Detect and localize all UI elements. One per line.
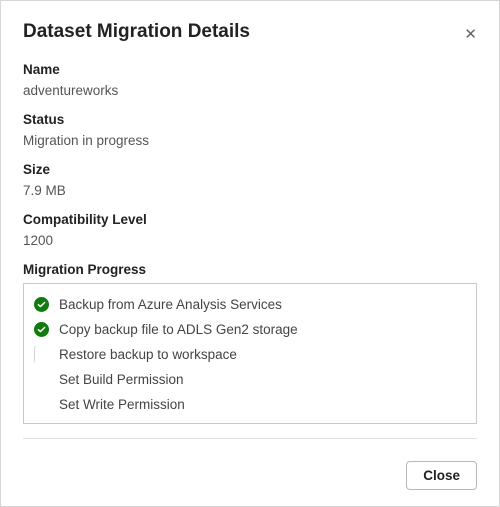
- progress-step: Copy backup file to ADLS Gen2 storage: [34, 317, 466, 342]
- field-compat-level: Compatibility Level 1200: [23, 212, 477, 248]
- progress-step: Set Build Permission: [34, 367, 466, 392]
- field-status: Status Migration in progress: [23, 112, 477, 148]
- check-circle-icon: [34, 297, 49, 312]
- check-circle-icon: [34, 322, 49, 337]
- size-value: 7.9 MB: [23, 183, 477, 198]
- progress-label: Migration Progress: [23, 262, 477, 277]
- progress-step-label: Set Write Permission: [59, 397, 185, 412]
- name-label: Name: [23, 62, 477, 77]
- progress-step: Backup from Azure Analysis Services: [34, 292, 466, 317]
- compat-value: 1200: [23, 233, 477, 248]
- dialog-footer: Close: [23, 451, 477, 490]
- size-label: Size: [23, 162, 477, 177]
- pending-icon: [34, 397, 49, 412]
- dialog-title: Dataset Migration Details: [23, 21, 250, 43]
- field-migration-progress: Migration Progress Backup from Azure Ana…: [23, 262, 477, 424]
- compat-label: Compatibility Level: [23, 212, 477, 227]
- field-name: Name adventureworks: [23, 62, 477, 98]
- close-icon[interactable]: ✕: [460, 25, 481, 44]
- progress-step-label: Set Build Permission: [59, 372, 184, 387]
- close-button[interactable]: Close: [406, 461, 477, 490]
- status-value: Migration in progress: [23, 133, 477, 148]
- dataset-migration-dialog: Dataset Migration Details ✕ Name adventu…: [0, 0, 500, 507]
- field-size: Size 7.9 MB: [23, 162, 477, 198]
- divider: [23, 438, 477, 439]
- progress-step-label: Backup from Azure Analysis Services: [59, 297, 282, 312]
- name-value: adventureworks: [23, 83, 477, 98]
- pending-icon: [34, 372, 49, 387]
- status-label: Status: [23, 112, 477, 127]
- dialog-content: Name adventureworks Status Migration in …: [23, 62, 477, 451]
- progress-steps-box: Backup from Azure Analysis Services Copy…: [23, 283, 477, 424]
- progress-step-label: Restore backup to workspace: [59, 347, 237, 362]
- progress-step: Restore backup to workspace: [34, 342, 466, 367]
- spinner-icon: [34, 347, 49, 362]
- progress-step: Set Write Permission: [34, 392, 466, 417]
- dialog-header: Dataset Migration Details ✕: [23, 21, 477, 44]
- progress-step-label: Copy backup file to ADLS Gen2 storage: [59, 322, 298, 337]
